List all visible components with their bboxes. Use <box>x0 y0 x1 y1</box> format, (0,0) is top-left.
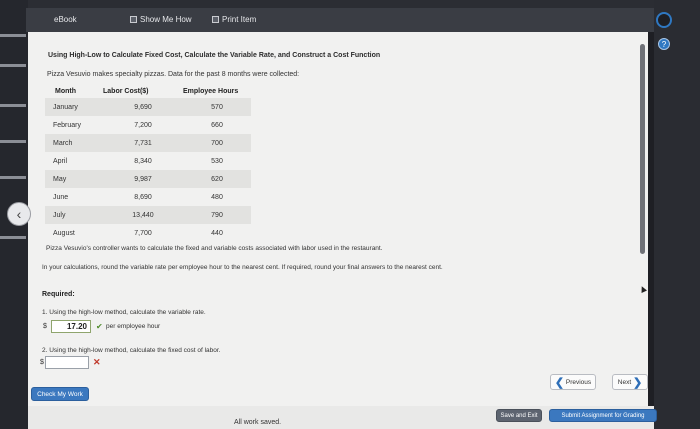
cell-cost: 13,440 <box>103 206 183 224</box>
cell-month: August <box>53 229 75 237</box>
currency-symbol: $ <box>43 323 47 330</box>
cell-hours: 700 <box>183 134 251 152</box>
cell-hours: 620 <box>183 170 251 188</box>
checkmark-icon: ✔ <box>96 322 103 331</box>
cell-month: January <box>45 98 103 116</box>
question-2-text: 2. Using the high-low method, calculate … <box>42 347 221 354</box>
required-heading: Required: <box>42 291 75 298</box>
header-labor-cost: Labor Cost($) <box>103 87 149 95</box>
link-icon[interactable] <box>656 12 672 28</box>
cell-cost: 9,987 <box>103 170 183 188</box>
cell-cost: 9,690 <box>103 98 183 116</box>
ebook-label: eBook <box>54 15 77 24</box>
variable-rate-input[interactable]: 17.20 <box>51 320 91 333</box>
table-row: May 9,987 620 <box>45 170 251 188</box>
next-button[interactable]: Next ❯ <box>612 374 648 390</box>
table-row: March 7,731 700 <box>45 134 251 152</box>
cell-cost: 8,340 <box>134 157 152 165</box>
right-bezel <box>654 0 700 429</box>
next-label: Next <box>617 378 632 386</box>
cell-cost: 7,731 <box>103 134 183 152</box>
problem-title: Using High-Low to Calculate Fixed Cost, … <box>48 52 381 59</box>
cell-month: March <box>45 134 103 152</box>
cell-hours: 660 <box>211 121 223 129</box>
print-item-label: Print Item <box>222 15 257 24</box>
currency-symbol: $ <box>40 359 44 366</box>
variable-rate-unit: per employee hour <box>106 323 161 330</box>
save-and-exit-button[interactable]: Save and Exit <box>496 409 542 422</box>
previous-label: Previous <box>565 378 592 386</box>
print-icon <box>212 16 219 23</box>
ebook-link[interactable]: eBook <box>54 15 77 24</box>
chevron-left-icon: ❮ <box>554 376 565 389</box>
cell-month: February <box>53 121 82 129</box>
problem-intro: Pizza Vesuvio makes specialty pizzas. Da… <box>47 71 300 78</box>
table-row: August 7,700 440 <box>45 224 251 242</box>
back-arrow-icon[interactable]: ‹ <box>7 202 31 226</box>
cell-hours: 790 <box>183 206 251 224</box>
header-employee-hours: Employee Hours <box>183 87 239 95</box>
print-item-link[interactable]: Print Item <box>212 15 256 24</box>
data-table: Month Labor Cost($) Employee Hours Janua… <box>45 84 251 242</box>
chevron-right-icon: ❯ <box>632 376 643 389</box>
cell-month: April <box>53 157 68 165</box>
header-month: Month <box>55 87 76 95</box>
table-row: February 7,200 660 <box>45 116 251 134</box>
question-1-text: 1. Using the high-low method, calculate … <box>42 309 206 316</box>
cell-cost: 7,700 <box>134 229 152 237</box>
scrollbar[interactable] <box>640 44 645 254</box>
cell-month: July <box>45 206 103 224</box>
cell-cost: 8,690 <box>134 193 152 201</box>
cell-hours: 480 <box>211 193 223 201</box>
cell-hours: 440 <box>211 229 223 237</box>
table-row: June 8,690 480 <box>45 188 251 206</box>
cell-hours: 530 <box>211 157 223 165</box>
cell-hours: 570 <box>183 98 251 116</box>
submit-assignment-button[interactable]: Submit Assignment for Grading <box>549 409 657 422</box>
fixed-cost-input[interactable] <box>45 356 89 369</box>
previous-button[interactable]: ❮ Previous <box>550 374 596 390</box>
cell-month: May <box>45 170 103 188</box>
check-my-work-button[interactable]: Check My Work <box>31 387 89 401</box>
cell-cost: 7,200 <box>134 121 152 129</box>
top-strip <box>0 0 700 8</box>
rounding-instructions: In your calculations, round the variable… <box>42 264 443 271</box>
save-status: All work saved. <box>234 419 282 426</box>
cell-month: June <box>53 193 69 201</box>
table-row: July 13,440 790 <box>45 206 251 224</box>
incorrect-x-icon: ✕ <box>93 357 101 367</box>
help-icon[interactable]: ? <box>658 38 670 50</box>
table-header-row: Month Labor Cost($) Employee Hours <box>45 84 251 98</box>
controller-paragraph: Pizza Vesuvio's controller wants to calc… <box>46 245 383 252</box>
show-me-how-link[interactable]: Show Me How <box>130 15 192 24</box>
toolbar: eBook Show Me How Print Item <box>26 8 654 32</box>
video-icon <box>130 16 137 23</box>
table-row: April 8,340 530 <box>45 152 251 170</box>
show-me-how-label: Show Me How <box>140 15 192 24</box>
table-row: January 9,690 570 <box>45 98 251 116</box>
